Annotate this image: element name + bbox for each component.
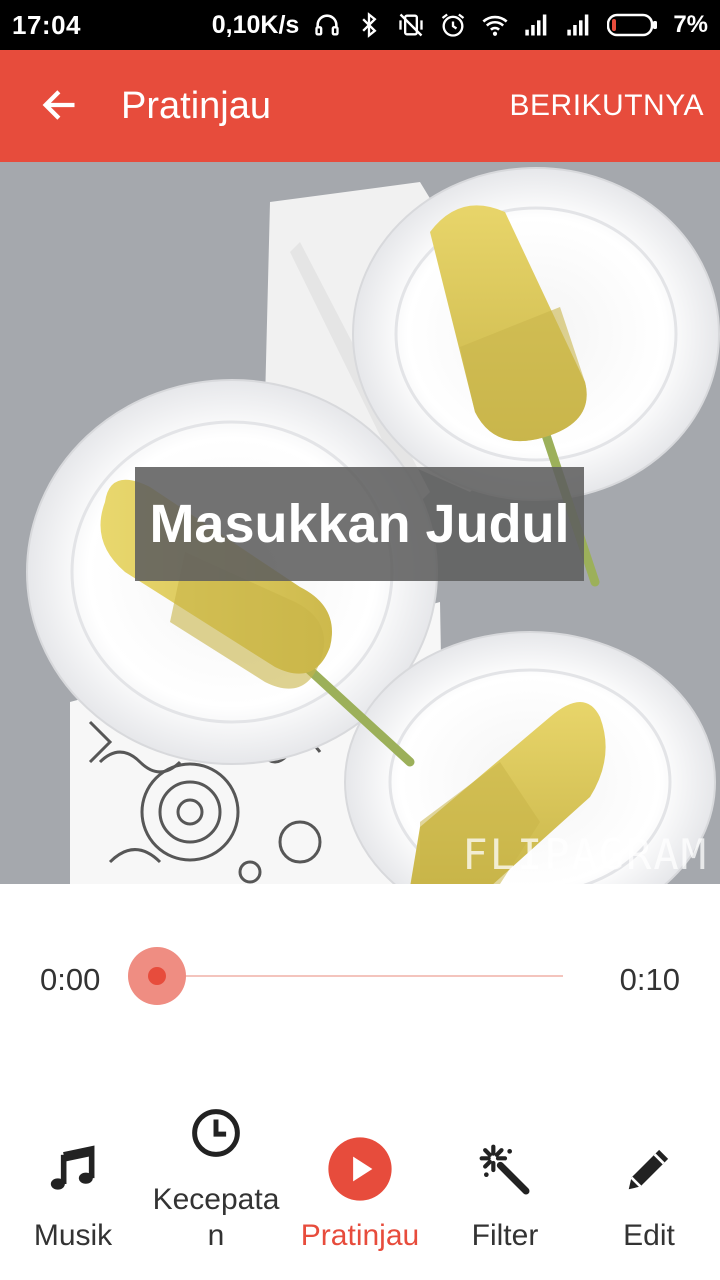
signal-icon	[523, 11, 551, 39]
status-icons: 0,10K/s 7%	[212, 11, 708, 40]
nav-music[interactable]: Musik	[18, 1098, 128, 1268]
bluetooth-icon	[355, 11, 383, 39]
app-bar: Pratinjau BERIKUTNYA	[0, 50, 720, 162]
next-button[interactable]: BERIKUTNYA	[510, 88, 704, 124]
current-time: 0:00	[40, 962, 101, 997]
nav-label-filter: Filter	[471, 1219, 539, 1252]
nav-label-preview: Pratinjau	[300, 1219, 420, 1252]
nav-preview[interactable]: Pratinjau	[292, 1098, 428, 1268]
arrow-left-icon	[42, 90, 75, 120]
headset-icon	[313, 11, 341, 39]
page-title: Pratinjau	[121, 85, 271, 127]
total-time: 0:10	[619, 962, 680, 997]
nav-filter[interactable]: Filter	[450, 1098, 560, 1268]
bottom-toolbar: Musik Kecepata n Pratinjau Filter Edit	[0, 1098, 720, 1280]
title-input[interactable]: Masukkan Judul	[135, 467, 584, 581]
seek-thumb[interactable]	[128, 947, 186, 1005]
playback-bar: 0:00 0:10	[0, 884, 720, 1080]
wifi-icon	[481, 11, 509, 39]
battery-icon	[607, 11, 659, 39]
clock-icon	[192, 1109, 240, 1157]
status-time: 17:04	[12, 9, 81, 40]
seek-track[interactable]	[157, 975, 563, 977]
seek-thumb-dot	[148, 967, 166, 985]
play-circle-icon	[328, 1137, 392, 1201]
magic-wand-icon	[479, 1144, 530, 1195]
nav-label-speed: Kecepata n	[152, 1183, 280, 1252]
nav-label-music: Musik	[33, 1219, 113, 1252]
nav-edit[interactable]: Edit	[594, 1098, 704, 1268]
nav-speed[interactable]: Kecepata n	[148, 1098, 284, 1268]
pencil-icon	[628, 1149, 669, 1190]
photo-preview[interactable]: Masukkan Judul FLIPAGRAM	[0, 162, 720, 884]
music-note-icon	[50, 1145, 95, 1190]
network-speed: 0,10K/s	[211, 10, 300, 39]
status-bar: 17:04 0,10K/s 7%	[0, 0, 720, 50]
flipagram-watermark: FLIPAGRAM	[462, 830, 708, 879]
back-button[interactable]	[34, 80, 84, 130]
battery-percent: 7%	[673, 11, 708, 38]
vibrate-off-icon	[397, 11, 425, 39]
alarm-icon	[439, 11, 467, 39]
nav-label-edit: Edit	[623, 1219, 675, 1252]
signal-icon-2	[565, 11, 593, 39]
